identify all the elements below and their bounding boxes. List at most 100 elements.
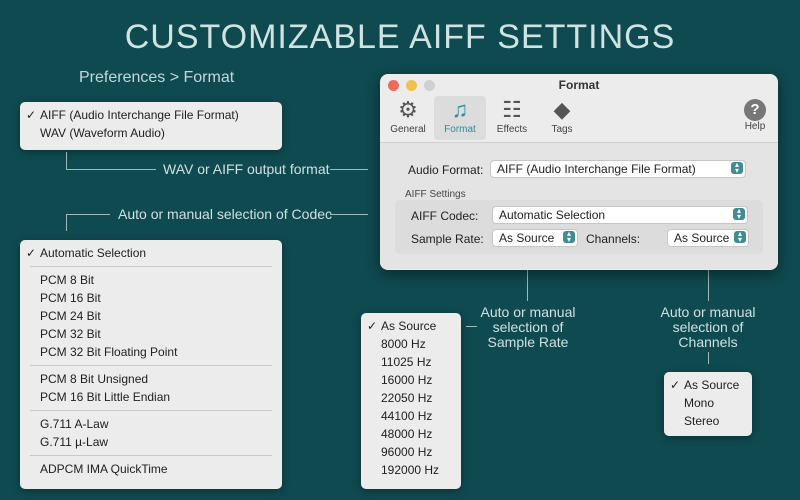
- checkmark-icon: ✓: [367, 319, 378, 333]
- chevron-updown-icon: ▴ ▾: [731, 161, 743, 175]
- menu-item[interactable]: PCM 8 Bit Unsigned: [20, 370, 282, 388]
- menu-item-label: 8000 Hz: [381, 337, 426, 351]
- menu-item[interactable]: PCM 32 Bit: [20, 325, 282, 343]
- menu-item[interactable]: 96000 Hz: [361, 443, 461, 461]
- menu-item-label: Stereo: [684, 414, 720, 428]
- chevron-updown-icon: ▴ ▾: [734, 230, 746, 244]
- menu-item[interactable]: ✓ As Source: [361, 317, 461, 335]
- channels-select[interactable]: As Source ▴ ▾: [667, 229, 749, 247]
- chevron-updown-icon: ▴ ▾: [733, 207, 745, 221]
- help-button[interactable]: ? Help: [732, 96, 778, 140]
- checkmark-icon: ✓: [26, 108, 37, 122]
- sliders-icon: ☷: [502, 97, 522, 122]
- connector-line: [66, 214, 110, 215]
- audio-format-value: AIFF (Audio Interchange File Format): [497, 162, 696, 176]
- format-caption: WAV or AIFF output format: [163, 161, 330, 177]
- menu-item[interactable]: PCM 32 Bit Floating Point: [20, 343, 282, 361]
- connector-line: [66, 152, 67, 169]
- tag-icon: ◆: [553, 97, 571, 122]
- menu-item[interactable]: G.711 A-Law: [20, 415, 282, 433]
- aiff-codec-select[interactable]: Automatic Selection ▴ ▾: [492, 206, 748, 224]
- menu-item-label: 11025 Hz: [381, 355, 432, 369]
- tab-format[interactable]: ♫ Format: [434, 96, 486, 140]
- menu-item-label: PCM 16 Bit Little Endian: [40, 390, 171, 404]
- window-title: Format: [558, 78, 600, 92]
- menu-item[interactable]: 11025 Hz: [361, 353, 461, 371]
- music-note-icon: ♫: [451, 97, 469, 122]
- connector-line: [708, 352, 709, 364]
- menu-separator: [30, 455, 272, 456]
- menu-item[interactable]: PCM 24 Bit: [20, 307, 282, 325]
- sample-rate-label: Sample Rate:: [411, 232, 484, 246]
- menu-item[interactable]: Stereo: [664, 412, 752, 430]
- tab-tags[interactable]: ◆ Tags: [536, 96, 588, 140]
- menu-item[interactable]: 192000 Hz: [361, 461, 461, 479]
- menu-item[interactable]: PCM 8 Bit: [20, 271, 282, 289]
- menu-item-label: 96000 Hz: [381, 445, 433, 459]
- menu-item-label: 22050 Hz: [381, 391, 433, 405]
- menu-item-label: As Source: [684, 378, 740, 392]
- checkmark-icon: ✓: [26, 246, 37, 260]
- menu-item-label: As Source: [381, 319, 437, 333]
- gear-icon: ⚙: [398, 97, 418, 122]
- channels-caption: Auto or manual selection of Channels: [660, 304, 756, 350]
- menu-item-label: AIFF (Audio Interchange File Format): [40, 108, 239, 122]
- connector-line: [330, 214, 368, 215]
- audio-format-label: Audio Format:: [408, 163, 484, 177]
- channels-label: Channels:: [586, 232, 641, 246]
- menu-item[interactable]: PCM 16 Bit Little Endian: [20, 388, 282, 406]
- menu-item[interactable]: WAV (Waveform Audio): [20, 124, 282, 142]
- connector-line: [66, 169, 156, 170]
- connector-line: [330, 169, 368, 170]
- title-bar: Format: [380, 74, 778, 96]
- menu-item[interactable]: ✓ As Source: [664, 376, 752, 394]
- menu-item[interactable]: 22050 Hz: [361, 389, 461, 407]
- menu-item-label: PCM 32 Bit: [40, 327, 101, 341]
- menu-item[interactable]: Mono: [664, 394, 752, 412]
- channels-value: As Source: [674, 231, 730, 245]
- menu-item[interactable]: 16000 Hz: [361, 371, 461, 389]
- help-icon: ?: [744, 99, 766, 121]
- menu-item-label: PCM 24 Bit: [40, 309, 101, 323]
- menu-item[interactable]: PCM 16 Bit: [20, 289, 282, 307]
- format-menu: ✓ AIFF (Audio Interchange File Format) WAV…: [20, 102, 282, 150]
- menu-item-label: ADPCM IMA QuickTime: [40, 462, 168, 476]
- aiff-codec-value: Automatic Selection: [499, 208, 606, 222]
- page-headline: CUSTOMIZABLE AIFF SETTINGS: [124, 18, 676, 56]
- menu-item-label: Mono: [684, 396, 715, 410]
- menu-item-label: 192000 Hz: [381, 463, 440, 477]
- menu-item[interactable]: 48000 Hz: [361, 425, 461, 443]
- menu-item-label: G.711 A-Law: [40, 417, 109, 431]
- menu-item-label: PCM 8 Bit Unsigned: [40, 372, 149, 386]
- toolbar: ⚙ General ♫ Format ☷ Effects ◆ Tags ? He…: [380, 96, 778, 143]
- codec-menu: ✓ Automatic Selection PCM 8 Bit PCM 16 Bit P…: [20, 240, 282, 489]
- menu-item-label: PCM 8 Bit: [40, 273, 95, 287]
- sample-rate-value: As Source: [499, 231, 555, 245]
- menu-item-label: G.711 µ-Law: [40, 435, 109, 449]
- menu-item[interactable]: ✓ Automatic Selection: [20, 244, 282, 262]
- aiff-codec-label: AIFF Codec:: [411, 209, 479, 223]
- menu-item[interactable]: ADPCM IMA QuickTime: [20, 460, 282, 478]
- menu-item-label: 16000 Hz: [381, 373, 433, 387]
- menu-item-label: Automatic Selection: [40, 246, 147, 260]
- channels-menu: ✓ As Source Mono Stereo: [664, 372, 752, 436]
- sample-rate-menu: ✓ As Source 8000 Hz 11025 Hz 16000 Hz 22050 H…: [361, 313, 461, 489]
- audio-format-select[interactable]: AIFF (Audio Interchange File Format) ▴ ▾: [490, 160, 746, 178]
- menu-item[interactable]: ✓ AIFF (Audio Interchange File Format): [20, 106, 282, 124]
- sample-rate-select[interactable]: As Source ▴ ▾: [492, 229, 578, 247]
- menu-item[interactable]: 8000 Hz: [361, 335, 461, 353]
- menu-item[interactable]: G.711 µ-Law: [20, 433, 282, 451]
- menu-item-label: 44100 Hz: [381, 409, 433, 423]
- chevron-updown-icon: ▴ ▾: [563, 230, 575, 244]
- menu-separator: [30, 266, 272, 267]
- codec-caption: Auto or manual selection of Codec: [118, 206, 333, 222]
- menu-item-label: PCM 16 Bit: [40, 291, 101, 305]
- menu-item-label: WAV (Waveform Audio): [40, 126, 165, 140]
- format-window: Format ⚙ General ♫ Format ☷ Effects ◆ Ta…: [380, 74, 778, 270]
- checkmark-icon: ✓: [670, 378, 681, 392]
- menu-item-label: PCM 32 Bit Floating Point: [40, 345, 178, 359]
- tab-effects[interactable]: ☷ Effects: [486, 96, 538, 140]
- tab-general[interactable]: ⚙ General: [382, 96, 434, 140]
- menu-separator: [30, 365, 272, 366]
- menu-item[interactable]: 44100 Hz: [361, 407, 461, 425]
